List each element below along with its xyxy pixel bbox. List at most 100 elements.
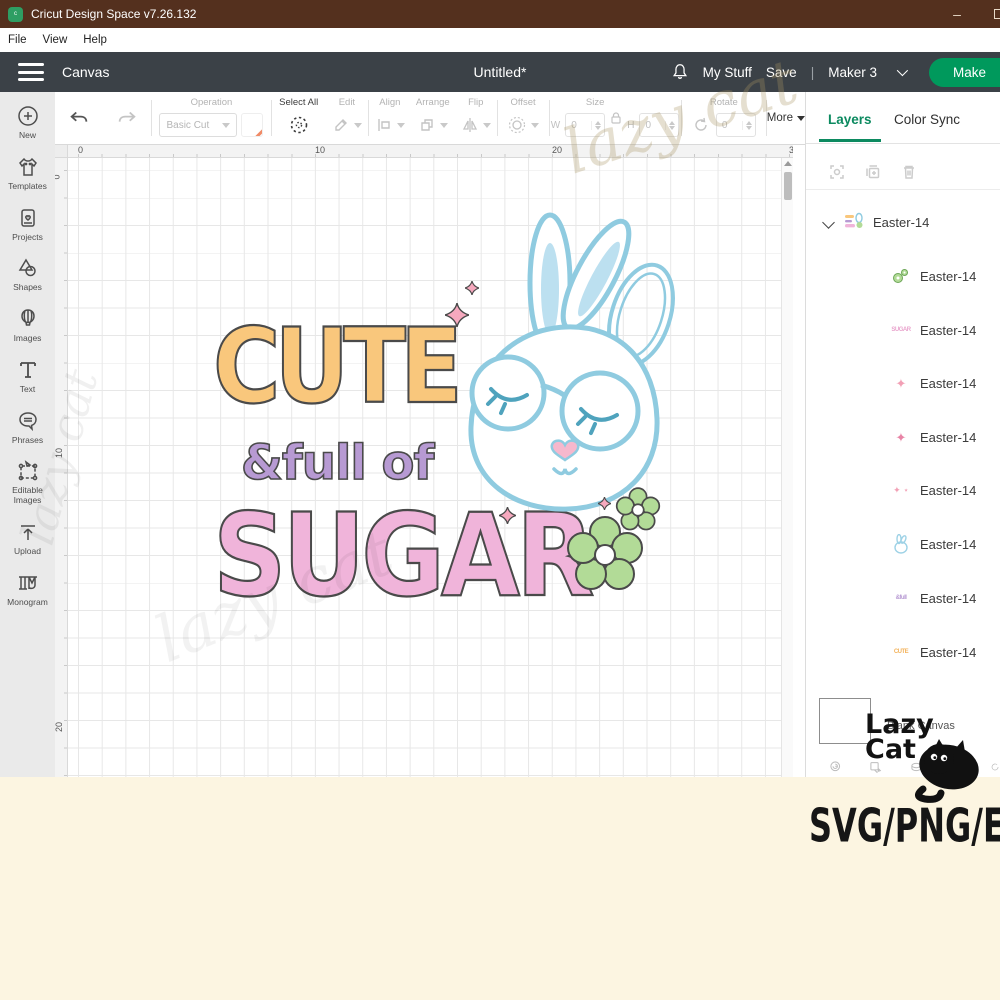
header-bar: Canvas Untitled* My Stuff Save | Maker 3…: [0, 52, 1000, 92]
group-icon[interactable]: [828, 756, 842, 777]
save-link[interactable]: Save: [766, 65, 797, 80]
layer-row[interactable]: Easter-14: [806, 262, 1000, 290]
small-sparkles-thumb: ✦ ⋆: [890, 479, 912, 501]
chevron-down-icon[interactable]: [483, 123, 491, 128]
sidebar-item-text[interactable]: Text: [0, 358, 55, 395]
sidebar-item-upload[interactable]: Upload: [0, 520, 55, 557]
sidebar-item-editable-images[interactable]: Editable Images: [0, 459, 55, 506]
machine-chevron-down-icon[interactable]: [897, 65, 908, 76]
scroll-up-arrow[interactable]: [784, 161, 792, 166]
rotate-stepper[interactable]: [742, 121, 755, 130]
design-text-cute[interactable]: CUTE: [213, 307, 457, 427]
canvas-vertical-scrollbar[interactable]: [781, 158, 793, 777]
hamburger-menu-icon[interactable]: [18, 63, 44, 81]
sidebar-item-images[interactable]: Images: [0, 307, 55, 344]
blue-bunny-thumb: [890, 533, 912, 555]
menu-bar: File View Help: [0, 28, 1000, 52]
layer-row[interactable]: SUGAR Easter-14: [806, 316, 1000, 344]
layer-row[interactable]: Easter-14: [806, 530, 1000, 558]
notifications-bell-icon[interactable]: [671, 63, 689, 81]
machine-selector[interactable]: Maker 3: [828, 65, 877, 80]
layer-row[interactable]: &full Easter-14: [806, 584, 1000, 612]
tshirt-icon: [16, 155, 40, 179]
my-stuff-link[interactable]: My Stuff: [703, 65, 752, 80]
chevron-down-icon: [222, 123, 230, 128]
refresh-icon[interactable]: [990, 756, 1000, 777]
redo-icon[interactable]: [116, 108, 138, 128]
design-text-full-of[interactable]: &full of: [241, 435, 433, 491]
menu-file[interactable]: File: [8, 34, 27, 46]
rotate-input[interactable]: 0: [716, 113, 756, 137]
scrollbar-thumb[interactable]: [784, 172, 792, 200]
canvas-area[interactable]: 0 10 20 30 0 10 20 CUTE &full of SUGAR: [55, 145, 793, 777]
height-label: H: [627, 120, 634, 131]
height-input[interactable]: 0: [639, 113, 679, 137]
design-sparkle[interactable]: [598, 497, 611, 510]
more-button[interactable]: More: [767, 112, 805, 124]
layer-row[interactable]: CUTE Easter-14: [806, 638, 1000, 666]
chevron-down-icon[interactable]: [822, 216, 835, 229]
sidebar-item-monogram[interactable]: Monogram: [0, 571, 55, 608]
dark-pink-sparkle-thumb: ✦: [890, 426, 912, 448]
layer-row[interactable]: ✦ ⋆ Easter-14: [806, 476, 1000, 504]
chevron-down-icon[interactable]: [440, 123, 448, 128]
menu-view[interactable]: View: [43, 34, 68, 46]
ruler-mark: 30: [789, 145, 793, 155]
operation-label: Operation: [152, 97, 270, 108]
design-bunny-graphic[interactable]: [453, 195, 675, 515]
minimize-button[interactable]: –: [942, 0, 972, 28]
chevron-down-icon[interactable]: [354, 123, 362, 128]
new-plus-icon: [16, 104, 40, 128]
blank-canvas-thumbnail[interactable]: [819, 698, 871, 744]
rotate-icon[interactable]: [692, 116, 710, 134]
operation-color-swatch[interactable]: [241, 113, 263, 137]
sidebar-item-templates[interactable]: Templates: [0, 155, 55, 192]
balloon-icon: [16, 307, 40, 331]
width-stepper[interactable]: [591, 121, 604, 130]
design-sparkle[interactable]: [445, 303, 469, 327]
ruler-mark: 10: [55, 448, 64, 458]
orange-cute-text-thumb: CUTE: [890, 641, 912, 663]
layer-row[interactable]: ✦ Easter-14: [806, 423, 1000, 451]
clipboard-heart-icon: [16, 206, 40, 230]
rotate-label: Rotate: [682, 97, 766, 108]
tab-color-sync[interactable]: Color Sync: [894, 112, 960, 127]
canvas-nav-label[interactable]: Canvas: [62, 64, 109, 80]
ruler-mark: 0: [78, 145, 83, 155]
chevron-down-icon[interactable]: [397, 123, 405, 128]
sidebar-item-shapes[interactable]: Shapes: [0, 256, 55, 293]
layer-row[interactable]: ✦ Easter-14: [806, 369, 1000, 397]
offset-icon[interactable]: [507, 115, 527, 135]
undo-icon[interactable]: [68, 108, 90, 128]
ruler-mark: 10: [315, 145, 325, 155]
sidebar-item-new[interactable]: New: [0, 104, 55, 141]
make-it-button[interactable]: Make: [929, 58, 1000, 87]
menu-help[interactable]: Help: [83, 34, 107, 46]
design-sparkle[interactable]: [499, 507, 516, 524]
chevron-down-icon: [797, 116, 805, 121]
operation-dropdown[interactable]: Basic Cut: [159, 113, 237, 137]
layer-group-easter-14[interactable]: Easter-14: [806, 208, 1000, 236]
select-frame-icon[interactable]: [828, 163, 846, 181]
lock-icon[interactable]: [610, 111, 622, 125]
width-input[interactable]: 0: [565, 113, 605, 137]
chevron-down-icon[interactable]: [531, 123, 539, 128]
edit-pencil-icon[interactable]: [332, 116, 350, 134]
design-sparkle[interactable]: [465, 281, 479, 295]
maximize-button[interactable]: [994, 9, 1000, 19]
pink-sparkle-thumb: ✦: [890, 372, 912, 394]
cricut-logo-icon: c: [8, 7, 23, 22]
align-icon[interactable]: [375, 116, 393, 134]
sidebar-item-phrases[interactable]: Phrases: [0, 409, 55, 446]
arrange-icon[interactable]: [418, 116, 436, 134]
tab-layers[interactable]: Layers: [828, 112, 872, 127]
trash-icon[interactable]: [900, 163, 918, 181]
design-flower-small[interactable]: [615, 487, 661, 533]
duplicate-icon[interactable]: [864, 163, 882, 181]
flip-icon[interactable]: [461, 116, 479, 134]
select-all-icon[interactable]: [288, 114, 310, 136]
purple-text-thumb: &full: [890, 587, 912, 609]
edit-toolbar: Operation Basic Cut Select All Edit Alig…: [55, 92, 805, 145]
sidebar-item-projects[interactable]: Projects: [0, 206, 55, 243]
height-stepper[interactable]: [665, 121, 678, 130]
